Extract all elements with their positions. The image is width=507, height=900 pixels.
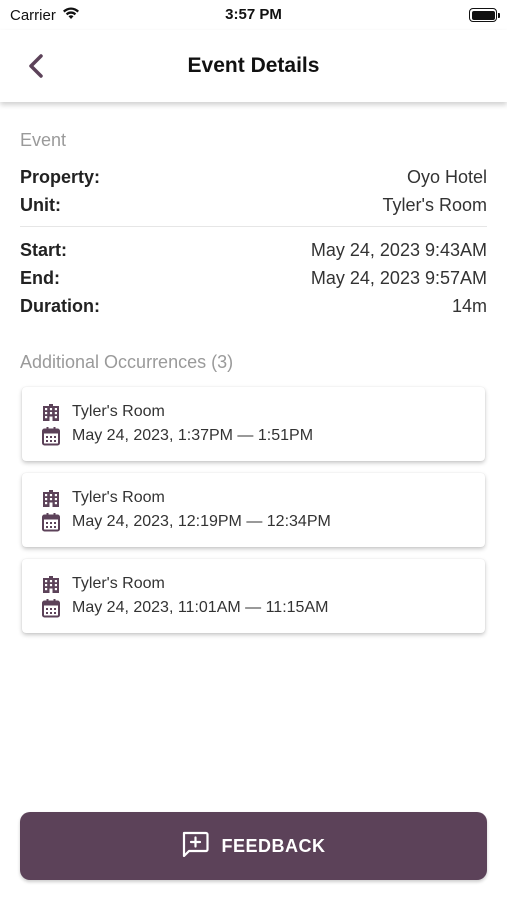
property-label: Property:	[20, 166, 101, 187]
feedback-add-icon	[181, 831, 210, 862]
duration-row: Duration: 14m	[20, 292, 487, 320]
calendar-icon	[40, 512, 62, 532]
divider	[20, 226, 487, 227]
status-time: 3:57 PM	[225, 6, 282, 23]
unit-row: Unit: Tyler's Room	[20, 191, 487, 219]
occurrence-time: May 24, 2023, 11:01AM — 11:15AM	[72, 599, 329, 616]
building-icon	[40, 402, 62, 422]
duration-label: Duration:	[20, 295, 100, 316]
back-button[interactable]	[18, 48, 54, 84]
start-value: May 24, 2023 9:43AM	[310, 239, 487, 260]
occurrence-card[interactable]: Tyler's Room May 24, 2023, 1:37PM — 1:51…	[22, 387, 485, 461]
property-value: Oyo Hotel	[406, 166, 487, 187]
nav-header: Event Details	[0, 30, 507, 102]
occurrence-time-line: May 24, 2023, 12:19PM — 12:34PM	[40, 510, 469, 534]
calendar-icon	[40, 598, 62, 618]
end-value: May 24, 2023 9:57AM	[310, 267, 487, 288]
occurrences-section-label: Additional Occurrences (3)	[20, 352, 234, 372]
start-row: Start: May 24, 2023 9:43AM	[20, 236, 487, 264]
calendar-icon	[40, 426, 62, 446]
occurrence-unit-line: Tyler's Room	[40, 572, 469, 596]
occurrence-card[interactable]: Tyler's Room May 24, 2023, 12:19PM — 12:…	[22, 473, 485, 547]
occurrence-unit: Tyler's Room	[72, 403, 165, 420]
building-icon	[40, 488, 62, 508]
property-row: Property: Oyo Hotel	[20, 163, 487, 191]
end-row: End: May 24, 2023 9:57AM	[20, 264, 487, 292]
battery-icon	[469, 8, 500, 22]
chevron-left-icon	[29, 54, 43, 78]
event-section-label: Event	[20, 130, 67, 150]
page-title: Event Details	[187, 54, 320, 77]
occurrence-time-line: May 24, 2023, 1:37PM — 1:51PM	[40, 424, 469, 448]
event-content: Event Property: Oyo Hotel Unit: Tyler's …	[20, 130, 487, 645]
start-label: Start:	[20, 239, 68, 260]
occurrence-time: May 24, 2023, 12:19PM — 12:34PM	[72, 513, 331, 530]
feedback-label: FEEDBACK	[221, 835, 326, 856]
end-label: End:	[20, 267, 60, 288]
occurrence-unit: Tyler's Room	[72, 489, 165, 506]
battery-level	[471, 10, 495, 20]
building-icon	[40, 574, 62, 594]
unit-value: Tyler's Room	[382, 194, 487, 215]
feedback-button[interactable]: FEEDBACK	[20, 812, 487, 880]
event-details-screen: Carrier 3:57 PM Event Details Event Prop…	[0, 0, 507, 900]
occurrence-time-line: May 24, 2023, 11:01AM — 11:15AM	[40, 596, 469, 620]
occurrence-time: May 24, 2023, 1:37PM — 1:51PM	[72, 427, 314, 444]
occurrence-unit-line: Tyler's Room	[40, 486, 469, 510]
occurrence-card[interactable]: Tyler's Room May 24, 2023, 11:01AM — 11:…	[22, 559, 485, 633]
occurrence-unit: Tyler's Room	[72, 575, 165, 592]
unit-label: Unit:	[20, 194, 61, 215]
occurrence-unit-line: Tyler's Room	[40, 400, 469, 424]
status-bar: Carrier 3:57 PM	[0, 0, 507, 30]
duration-value: 14m	[451, 295, 487, 316]
